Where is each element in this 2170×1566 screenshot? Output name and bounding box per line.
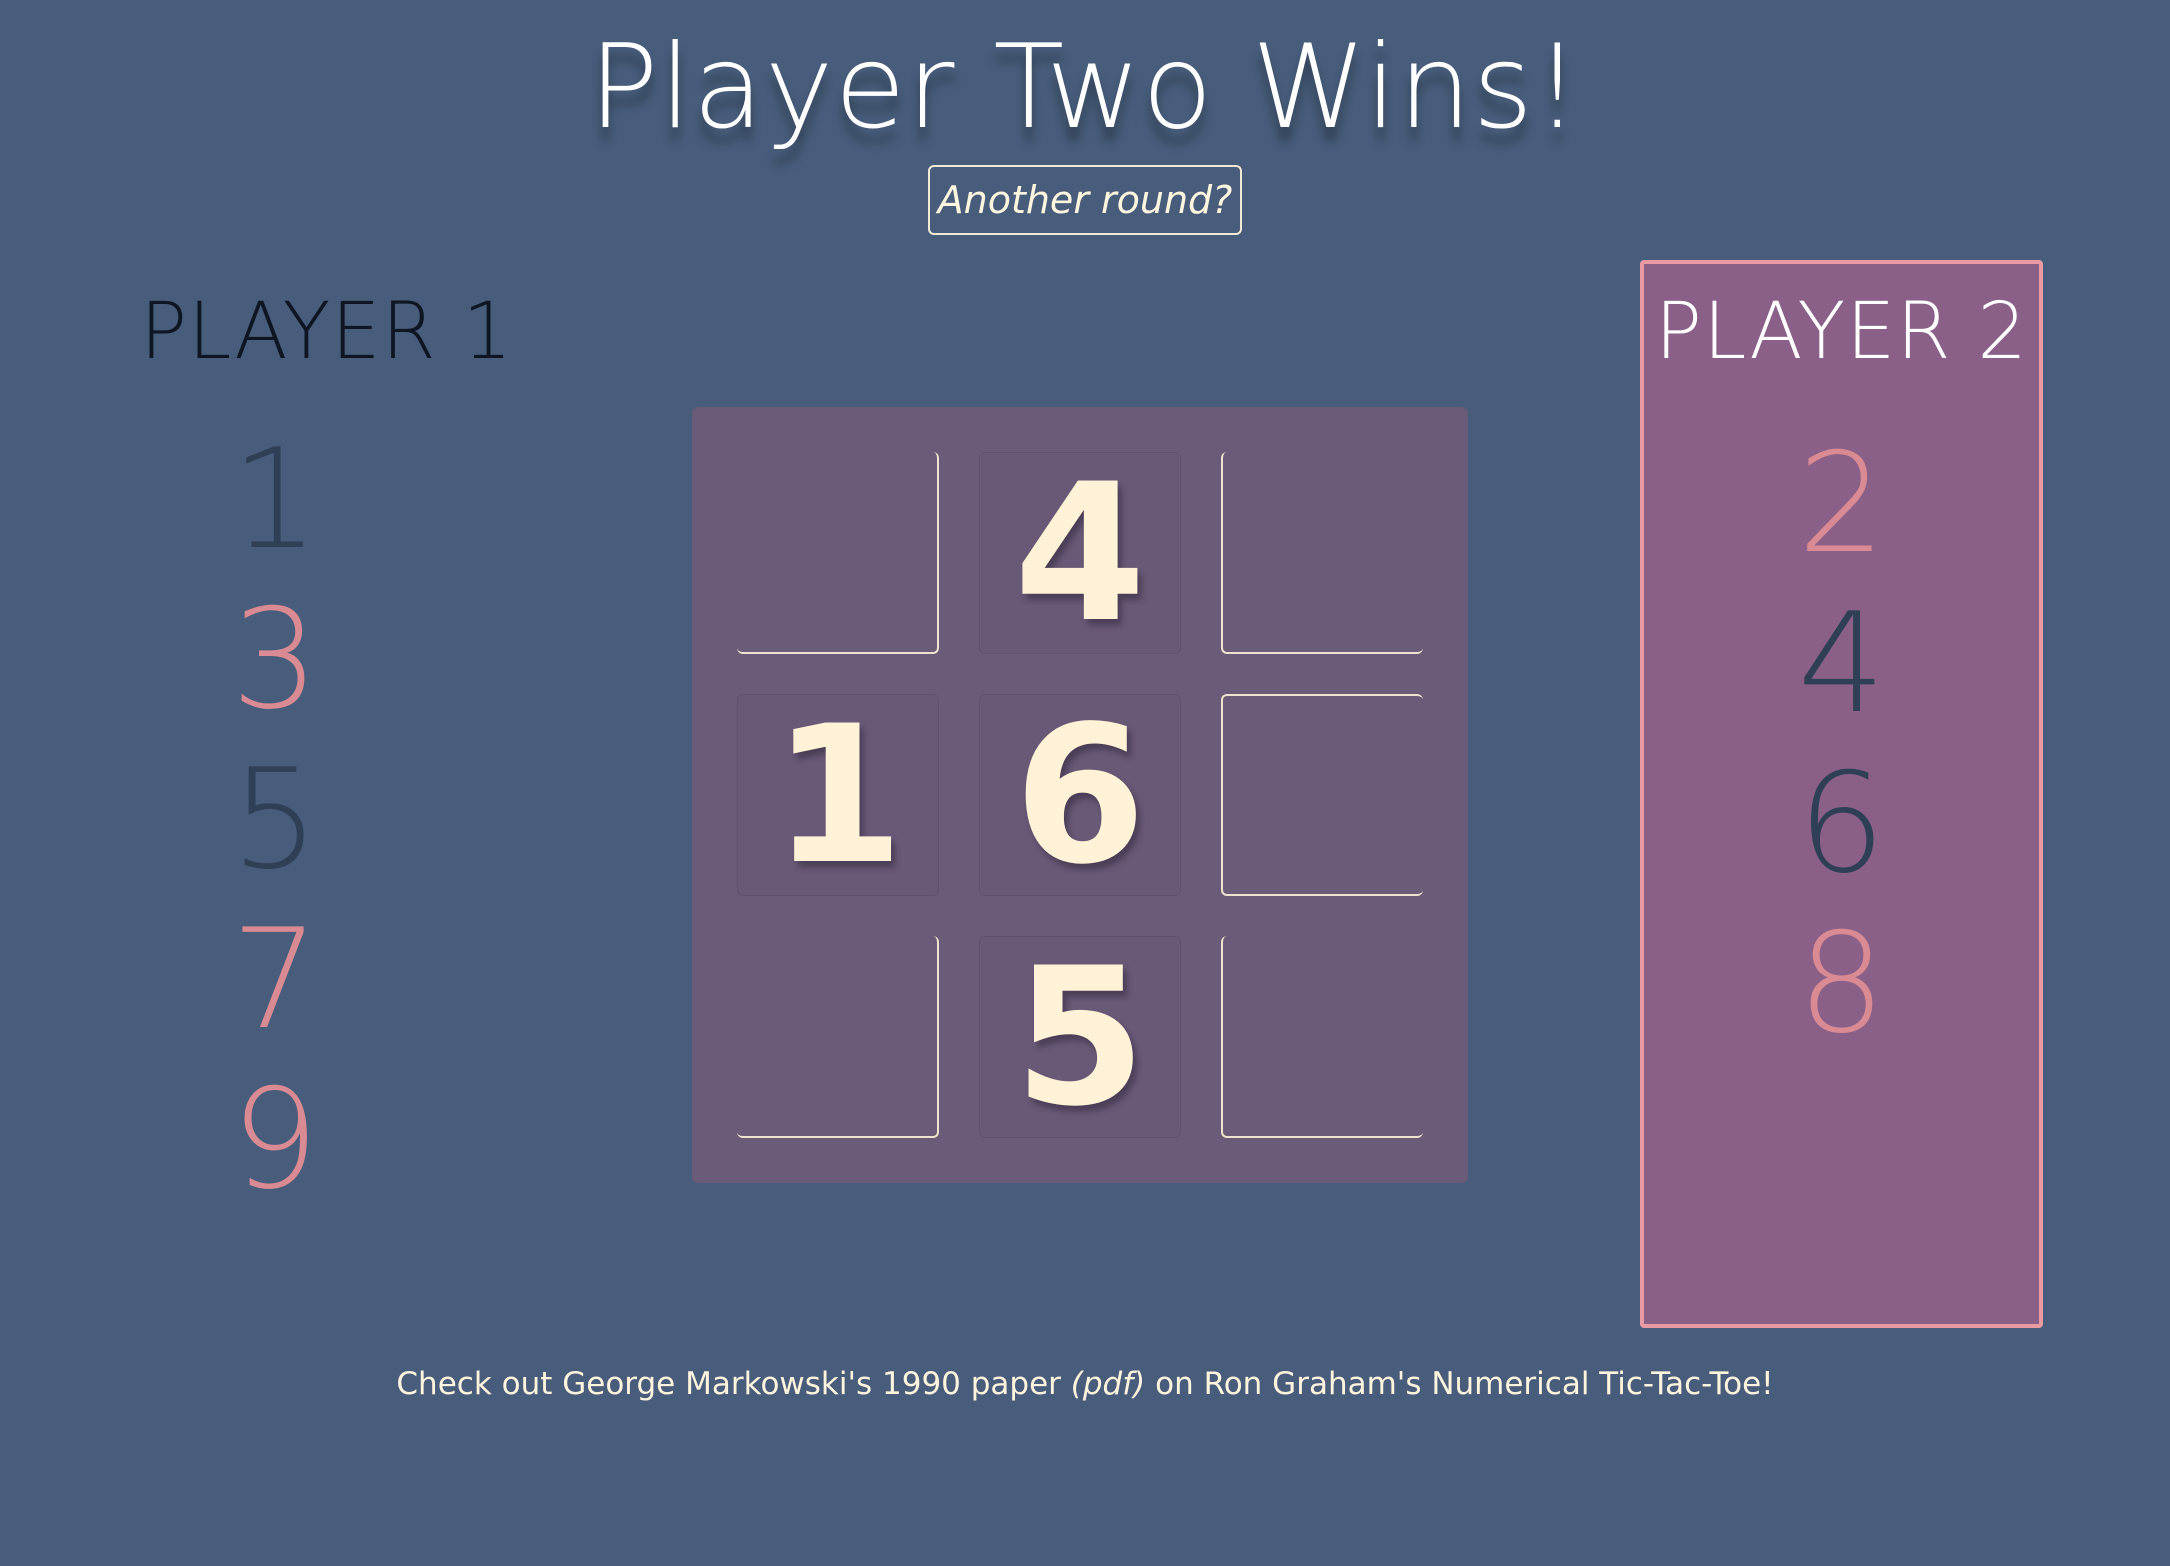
player2-name: PLAYER 2 bbox=[1654, 287, 2029, 377]
another-round-button[interactable]: Another round? bbox=[928, 165, 1242, 235]
board-cell[interactable] bbox=[737, 452, 939, 654]
board-cell[interactable] bbox=[737, 936, 939, 1138]
player1-number[interactable]: 3 bbox=[231, 580, 319, 740]
cell-value bbox=[737, 452, 937, 652]
player1-number[interactable]: 1 bbox=[231, 420, 319, 580]
footer-text-after: on Ron Graham's Numerical Tic-Tac-Toe! bbox=[1145, 1366, 1774, 1402]
cell-value bbox=[737, 936, 937, 1136]
board-cell[interactable]: 1 bbox=[737, 685, 939, 906]
cell-value bbox=[1223, 696, 1423, 894]
player2-number[interactable]: 8 bbox=[1798, 904, 1886, 1064]
board-cell[interactable] bbox=[1221, 936, 1423, 1138]
board-cell[interactable]: 5 bbox=[979, 927, 1181, 1148]
player2-number-list: 2 4 6 8 bbox=[1644, 424, 2039, 1064]
cell-value: 1 bbox=[771, 685, 905, 906]
footer-text-before: Check out George Markowski's 1990 paper bbox=[396, 1366, 1071, 1402]
footer-text: Check out George Markowski's 1990 paper … bbox=[0, 1362, 2170, 1406]
board-cell[interactable]: 6 bbox=[979, 685, 1181, 906]
cell-value: 4 bbox=[1013, 443, 1147, 664]
pdf-link[interactable]: (pdf) bbox=[1071, 1366, 1145, 1402]
player1-number[interactable]: 9 bbox=[231, 1060, 319, 1220]
player1-panel: PLAYER 1 1 3 5 7 9 bbox=[140, 260, 514, 1328]
board-cell[interactable]: 4 bbox=[979, 443, 1181, 664]
game-board: 4 1 6 5 bbox=[692, 407, 1468, 1183]
player2-number[interactable]: 2 bbox=[1798, 424, 1886, 584]
player2-number[interactable]: 6 bbox=[1798, 744, 1886, 904]
player1-number-list: 1 3 5 7 9 bbox=[90, 420, 460, 1220]
cell-value: 6 bbox=[1013, 685, 1147, 906]
player2-panel: PLAYER 2 2 4 6 8 bbox=[1640, 260, 2043, 1328]
player1-name: PLAYER 1 bbox=[140, 287, 514, 377]
board-cell[interactable] bbox=[1221, 694, 1423, 896]
player1-number[interactable]: 5 bbox=[231, 740, 319, 900]
player1-number[interactable]: 7 bbox=[231, 900, 319, 1060]
player2-number[interactable]: 4 bbox=[1798, 584, 1886, 744]
cell-value bbox=[1223, 452, 1423, 652]
cell-value: 5 bbox=[1013, 927, 1147, 1148]
board-cell[interactable] bbox=[1221, 452, 1423, 654]
cell-value bbox=[1223, 936, 1423, 1136]
game-result-title: Player Two Wins! bbox=[588, 20, 1582, 155]
